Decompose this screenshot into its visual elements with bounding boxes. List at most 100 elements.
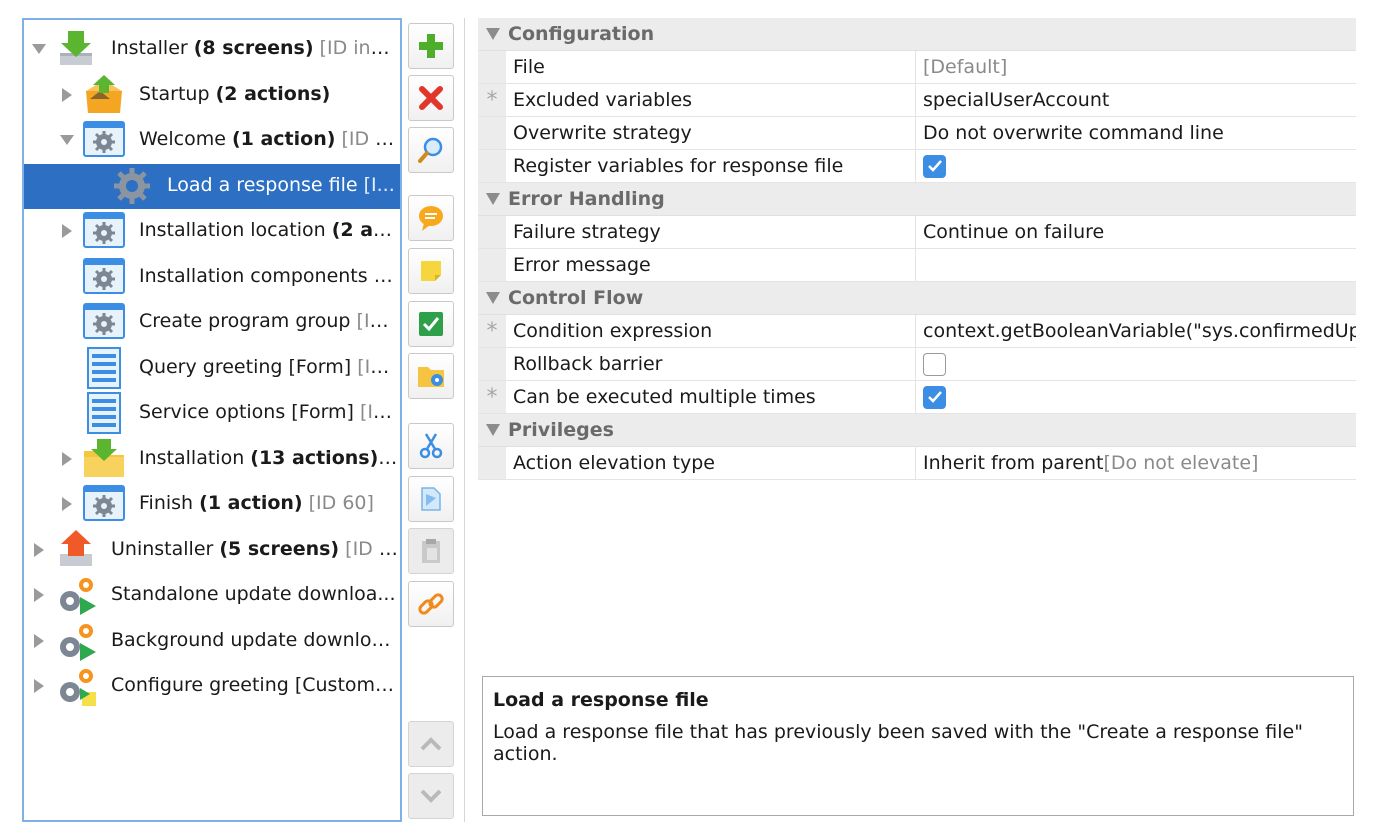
description-title: Load a response file xyxy=(493,689,709,711)
tree-item-label: Load a response file [I... xyxy=(167,174,398,196)
property-row[interactable]: Overwrite strategy Do not overwrite comma… xyxy=(478,117,1356,150)
property-row[interactable]: File [Default] xyxy=(478,51,1356,84)
property-row[interactable]: Error message xyxy=(478,249,1356,282)
tree-item[interactable]: Installation components [I... xyxy=(24,255,400,300)
screen-gear-icon xyxy=(82,255,126,299)
value-text: Do not overwrite command line xyxy=(923,122,1224,144)
expand-arrow-icon[interactable] xyxy=(32,543,46,557)
expand-arrow-icon[interactable] xyxy=(60,497,74,511)
property-value[interactable] xyxy=(916,348,1356,380)
checkbox-checked[interactable] xyxy=(923,385,946,409)
property-row[interactable]: Rollback barrier xyxy=(478,348,1356,381)
tree-item[interactable]: Standalone update downloa... xyxy=(24,573,400,618)
property-value[interactable] xyxy=(916,249,1356,281)
property-value[interactable]: Inherit from parent [Do not elevate] xyxy=(916,447,1356,479)
tree-item[interactable]: Load a response file [I... xyxy=(24,163,400,209)
value-text: specialUserAccount xyxy=(923,89,1110,111)
tree-item[interactable]: Query greeting [Form] [ID ... xyxy=(24,346,400,391)
script-marker xyxy=(478,249,506,281)
property-category[interactable]: Error Handling xyxy=(478,183,1356,216)
property-category[interactable]: Configuration xyxy=(478,18,1356,51)
collapse-arrow-icon[interactable] xyxy=(60,133,74,147)
tree-item[interactable]: Uninstaller (5 screens) [ID un... xyxy=(24,528,400,573)
expand-arrow-icon[interactable] xyxy=(32,679,46,693)
installation-folder-icon xyxy=(82,437,126,481)
property-row[interactable]: Failure strategy Continue on failure xyxy=(478,216,1356,249)
item-name: Load a response file xyxy=(167,173,364,196)
action-gear-icon xyxy=(110,164,154,208)
checkbox-icon xyxy=(417,310,445,338)
property-row[interactable]: Action elevation type Inherit from parent… xyxy=(478,447,1356,480)
property-row[interactable]: Register variables for response file xyxy=(478,150,1356,183)
property-row[interactable]: * Excluded variables specialUserAccount xyxy=(478,84,1356,117)
property-value[interactable] xyxy=(916,150,1356,182)
custom-app-gears-icon xyxy=(54,664,98,708)
screens-and-actions-tree[interactable]: Installer (8 screens) [ID instal... Start… xyxy=(22,18,402,822)
paste-button[interactable] xyxy=(408,528,454,574)
collapse-arrow-icon[interactable] xyxy=(486,292,500,304)
comment-button[interactable] xyxy=(408,195,454,241)
add-button[interactable] xyxy=(408,23,454,69)
tree-item[interactable]: Configure greeting [Custom a... xyxy=(24,664,400,709)
property-category[interactable]: Control Flow xyxy=(478,282,1356,315)
link-button[interactable] xyxy=(408,581,454,627)
property-name: Register variables for response file xyxy=(506,150,916,182)
expand-arrow-icon[interactable] xyxy=(60,452,74,466)
note-button[interactable] xyxy=(408,248,454,294)
move-down-button[interactable] xyxy=(408,773,454,819)
item-name: Service options [Form] xyxy=(139,401,361,423)
folder-button[interactable] xyxy=(408,353,454,399)
item-name: Startup xyxy=(139,82,216,105)
checkbox-unchecked[interactable] xyxy=(923,352,946,376)
expand-arrow-icon[interactable] xyxy=(32,634,46,648)
collapse-arrow-icon[interactable] xyxy=(486,193,500,205)
tree-item[interactable]: Create program group [ID... xyxy=(24,300,400,345)
item-name: Standalone update downloa... xyxy=(111,583,396,605)
item-name: Installation components xyxy=(139,264,374,287)
check-button[interactable] xyxy=(408,301,454,347)
search-button[interactable] xyxy=(408,127,454,173)
tree-item[interactable]: Welcome (1 action) [ID 47] xyxy=(24,118,400,163)
child-count: (5 screens) xyxy=(219,537,340,560)
item-name: Uninstaller xyxy=(111,537,220,560)
property-value[interactable] xyxy=(916,381,1356,413)
tree-item[interactable]: Service options [Form] [ID ... xyxy=(24,391,400,436)
value-text: context.getBooleanVariable("sys.confirme… xyxy=(923,320,1356,342)
copy-button[interactable] xyxy=(408,476,454,522)
property-value[interactable]: specialUserAccount xyxy=(916,84,1356,116)
updater-gears-icon xyxy=(54,619,98,663)
description-text: Load a response file that has previously… xyxy=(493,721,1303,765)
x-icon xyxy=(417,84,445,112)
collapse-arrow-icon[interactable] xyxy=(486,28,500,40)
tree-item[interactable]: Background update downloa... xyxy=(24,619,400,664)
tree-item[interactable]: Finish (1 action) [ID 60] xyxy=(24,482,400,527)
child-count: (1 action) xyxy=(199,492,303,514)
tree-item[interactable]: Startup (2 actions) xyxy=(24,73,400,118)
property-value[interactable]: context.getBooleanVariable("sys.confirme… xyxy=(916,315,1356,347)
script-marker xyxy=(478,447,506,479)
tree-item-label: Background update downloa... xyxy=(111,629,398,651)
collapse-arrow-icon[interactable] xyxy=(486,424,500,436)
property-value[interactable]: Continue on failure xyxy=(916,216,1356,248)
delete-button[interactable] xyxy=(408,75,454,121)
category-label: Error Handling xyxy=(508,188,665,210)
cut-button[interactable] xyxy=(408,423,454,469)
tree-item[interactable]: Installer (8 screens) [ID instal... xyxy=(24,27,400,72)
tree-item[interactable]: Installation location (2 ac... xyxy=(24,209,400,254)
item-name: Welcome xyxy=(139,128,232,150)
collapse-arrow-icon[interactable] xyxy=(32,42,46,56)
item-id: [ID instal... xyxy=(319,37,398,59)
tree-item[interactable]: Installation (13 actions) [I... xyxy=(24,437,400,482)
property-row[interactable]: * Can be executed multiple times xyxy=(478,381,1356,414)
expand-arrow-icon[interactable] xyxy=(60,224,74,238)
property-row[interactable]: * Condition expression context.getBooleanV… xyxy=(478,315,1356,348)
move-up-button[interactable] xyxy=(408,721,454,767)
checkbox-checked[interactable] xyxy=(923,154,946,178)
property-value[interactable]: [Default] xyxy=(916,51,1356,83)
screen-gear-icon xyxy=(82,482,126,526)
item-name: Background update downloa... xyxy=(111,628,398,651)
expand-arrow-icon[interactable] xyxy=(32,588,46,602)
property-category[interactable]: Privileges xyxy=(478,414,1356,447)
expand-arrow-icon[interactable] xyxy=(60,88,74,102)
property-value[interactable]: Do not overwrite command line xyxy=(916,117,1356,149)
